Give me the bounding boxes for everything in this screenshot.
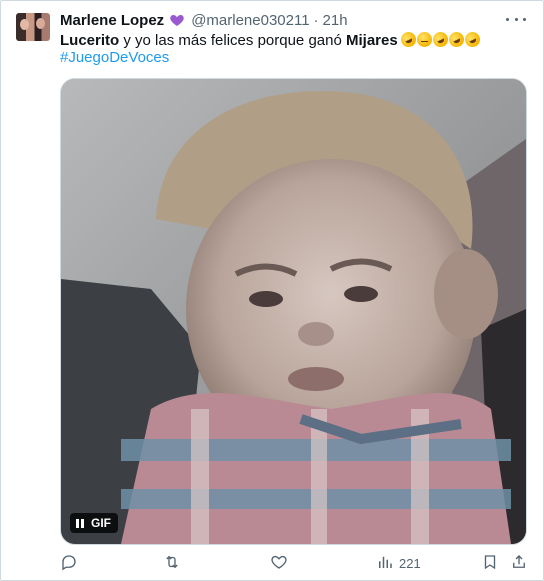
mention-text: Lucerito bbox=[60, 32, 120, 49]
gif-label: GIF bbox=[91, 516, 111, 530]
timestamp[interactable]: 21h bbox=[323, 12, 348, 29]
hashtag-link[interactable]: #JuegoDeVoces bbox=[60, 48, 169, 68]
reply-icon bbox=[60, 553, 78, 574]
neutral-face-emoji-icon bbox=[416, 32, 432, 47]
pause-icon[interactable] bbox=[76, 518, 84, 528]
gif-badge[interactable]: GIF bbox=[70, 513, 118, 533]
share-button[interactable] bbox=[510, 552, 528, 574]
tweet-text-body: y yo las más felices porque ganó bbox=[119, 32, 346, 49]
more-options-icon[interactable] bbox=[506, 12, 526, 26]
action-bar: 221 bbox=[60, 552, 530, 574]
separator-dot: · bbox=[313, 11, 319, 29]
like-icon bbox=[270, 553, 288, 574]
emoji-group bbox=[398, 29, 483, 53]
author-handle[interactable]: @marlene030211 bbox=[191, 12, 309, 29]
like-button[interactable] bbox=[270, 552, 288, 574]
mention-text: Mijares bbox=[345, 32, 398, 49]
retweet-icon bbox=[163, 553, 181, 574]
author-name[interactable]: Marlene Lopez bbox=[60, 12, 164, 29]
retweet-button[interactable] bbox=[163, 552, 181, 574]
bookmark-icon bbox=[481, 553, 499, 574]
rofl-emoji-icon bbox=[398, 29, 419, 50]
rofl-emoji-icon bbox=[446, 29, 467, 50]
bookmark-button[interactable] bbox=[481, 552, 499, 574]
rofl-emoji-icon bbox=[430, 29, 451, 50]
share-icon bbox=[510, 553, 528, 574]
tweet-header: Marlene Lopez @marlene030211 · 21h bbox=[60, 10, 348, 30]
views-button[interactable]: 221 bbox=[376, 552, 421, 574]
avatar-face bbox=[20, 19, 29, 30]
gif-media[interactable] bbox=[60, 78, 527, 545]
views-count: 221 bbox=[399, 555, 421, 571]
rofl-emoji-icon bbox=[462, 29, 483, 50]
avatar[interactable] bbox=[16, 13, 50, 41]
reply-button[interactable] bbox=[60, 552, 78, 574]
avatar-face bbox=[36, 18, 45, 29]
gif-frame-image bbox=[61, 79, 526, 544]
purple-heart-icon bbox=[169, 12, 185, 28]
views-icon bbox=[376, 553, 394, 574]
